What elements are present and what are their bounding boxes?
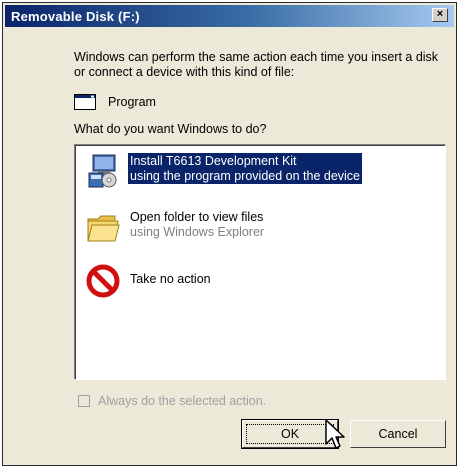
list-item-no-action[interactable]: Take no action: [81, 261, 441, 301]
action-title: Open folder to view files: [130, 210, 264, 224]
action-text: Take no action: [130, 272, 211, 287]
mouse-cursor-icon: [325, 419, 345, 449]
list-item-open-folder[interactable]: Open folder to view files using Windows …: [81, 207, 441, 247]
cancel-label: Cancel: [378, 427, 418, 441]
close-button[interactable]: ×: [432, 8, 448, 22]
always-do-checkbox[interactable]: [78, 395, 90, 407]
action-text: Install T6613 Development Kit using the …: [128, 153, 363, 184]
folder-icon: [87, 215, 120, 242]
window-title: Removable Disk (F:): [11, 9, 140, 24]
content-type-label: Program: [108, 95, 156, 109]
action-title: Take no action: [130, 272, 211, 286]
close-icon: ×: [436, 8, 444, 20]
always-do-label: Always do the selected action.: [98, 394, 267, 408]
action-list[interactable]: Install T6613 Development Kit using the …: [74, 144, 446, 380]
cancel-button[interactable]: Cancel: [350, 420, 446, 448]
focus-ring: [246, 424, 334, 444]
question-label: What do you want Windows to do?: [74, 122, 267, 136]
always-do-checkbox-row: Always do the selected action.: [78, 394, 266, 408]
action-text: Open folder to view files using Windows …: [130, 210, 264, 240]
program-icon: [74, 94, 96, 110]
list-item-install[interactable]: Install T6613 Development Kit using the …: [81, 151, 441, 191]
installer-icon: [88, 154, 117, 188]
content-type-row: Program: [74, 94, 156, 110]
action-subtitle: using Windows Explorer: [130, 225, 265, 239]
dialog-description: Windows can perform the same action each…: [74, 50, 439, 79]
action-subtitle: using the program provided on the device: [130, 169, 361, 183]
no-action-icon: [86, 264, 120, 298]
title-bar[interactable]: Removable Disk (F:) ×: [5, 5, 454, 27]
action-title: Install T6613 Development Kit: [130, 154, 297, 168]
